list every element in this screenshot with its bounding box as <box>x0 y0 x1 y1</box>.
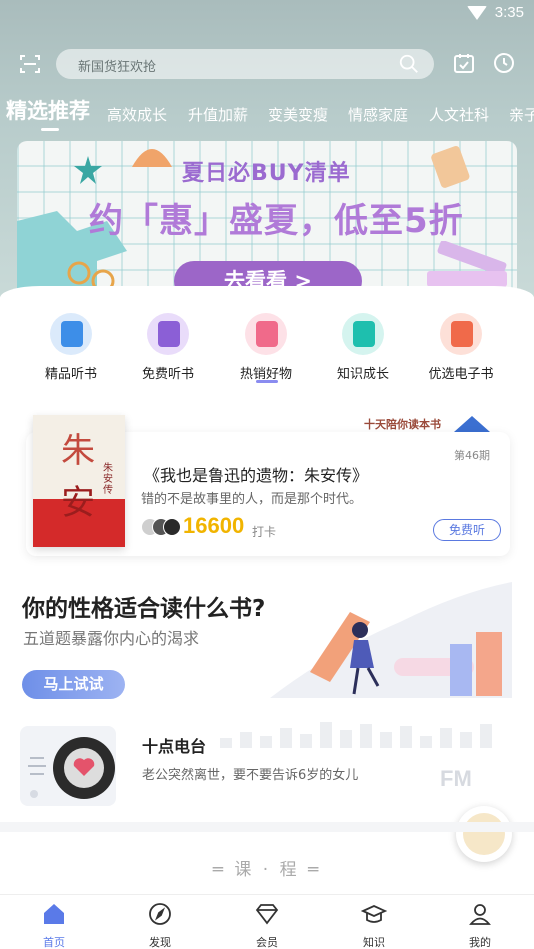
issue-number: 第46期 <box>454 449 490 462</box>
quick-entry-free-book[interactable]: 免费听书 <box>128 313 208 382</box>
tab-parenting[interactable]: 亲子 <box>509 104 534 125</box>
banner-headline: 夏日必BUY清单 <box>182 161 351 186</box>
radio-player-illustration[interactable] <box>18 724 128 808</box>
scan-icon[interactable] <box>18 52 42 76</box>
diamond-icon <box>255 904 279 925</box>
knowledge-board-icon <box>342 313 384 355</box>
radio-title[interactable]: 十点电台 <box>142 733 206 757</box>
reading-girl-illustration[interactable] <box>270 582 512 698</box>
search-row: 新国货狂欢抢 <box>0 46 534 82</box>
radio-subtitle: 老公突然离世，要不要告诉6岁的女儿 <box>142 768 359 783</box>
promo-banner[interactable]: 夏日必BUY清单 约「惠」盛夏，低至5折 去看看 > <box>17 141 517 299</box>
nav-label: 我的 <box>469 936 491 949</box>
ebook-icon <box>440 313 482 355</box>
search-input[interactable]: 新国货狂欢抢 <box>56 49 434 79</box>
quick-entry-hot-sale[interactable]: 热销好物 <box>226 313 306 382</box>
category-tabs: 精选推荐 高效成长 升值加薪 变美变瘦 情感家庭 人文社科 亲子 <box>0 92 534 132</box>
personality-quiz-subtitle: 五道题暴露你内心的渴求 <box>23 629 200 648</box>
sale-bag-icon <box>245 313 287 355</box>
audiobook-icon <box>50 313 92 355</box>
status-time: 3:35 <box>494 4 524 21</box>
tab-featured[interactable]: 精选推荐 <box>6 95 90 125</box>
home-icon <box>44 904 64 924</box>
quick-entry-indicator <box>256 380 278 383</box>
checkin-count: 16600 <box>183 513 245 538</box>
checkin-label: 打卡 <box>252 525 277 539</box>
free-listen-button[interactable]: 免费听 <box>433 519 501 541</box>
book-cover[interactable]: 朱 安 朱安传 <box>33 415 125 547</box>
nav-label: 知识 <box>363 936 385 949</box>
tag-icon <box>431 146 470 188</box>
active-tab-indicator <box>41 128 59 131</box>
wifi-icon <box>466 5 487 20</box>
section-divider <box>0 822 534 832</box>
tab-beauty[interactable]: 变美变瘦 <box>268 104 328 125</box>
nav-profile[interactable]: 我的 <box>450 901 510 949</box>
book-title[interactable]: 《我也是鲁迅的遗物：朱安传》 <box>144 462 368 486</box>
quick-entry-label: 知识成长 <box>336 367 389 382</box>
tab-family[interactable]: 情感家庭 <box>348 104 408 125</box>
profile-icon <box>469 904 491 925</box>
audio-wave-decoration <box>220 722 492 748</box>
free-book-icon <box>147 313 189 355</box>
quick-entry-knowledge[interactable]: 知识成长 <box>323 313 403 382</box>
nav-label: 首页 <box>43 936 65 949</box>
quick-entry-audiobook[interactable]: 精品听书 <box>31 313 111 382</box>
search-placeholder: 新国货狂欢抢 <box>78 60 157 75</box>
reader-avatars <box>141 518 183 538</box>
personality-quiz-title[interactable]: 你的性格适合读什么书? <box>22 589 265 623</box>
nav-label: 会员 <box>256 936 278 949</box>
search-icon[interactable] <box>398 53 420 75</box>
floating-ad-button[interactable] <box>456 806 512 862</box>
fm-logo: FM <box>440 766 472 791</box>
status-bar: 3:35 <box>0 0 534 30</box>
nav-discover[interactable]: 发现 <box>130 901 190 949</box>
nav-home[interactable]: 首页 <box>24 901 84 949</box>
tab-growth[interactable]: 高效成长 <box>107 104 167 125</box>
quick-entry-label: 优选电子书 <box>428 367 494 382</box>
quick-entry-ebook[interactable]: 优选电子书 <box>421 313 501 382</box>
book-subtitle: 错的不是故事里的人，而是那个时代。 <box>141 492 363 507</box>
reading-program-logo <box>454 416 490 432</box>
nav-vip[interactable]: 会员 <box>237 901 297 949</box>
bottom-navigation: 首页 发现 会员 知识 我的 <box>0 894 534 949</box>
shell-icon <box>132 149 172 167</box>
quick-entry-label: 免费听书 <box>141 367 194 382</box>
cover-title-top: 朱 <box>61 431 95 471</box>
course-section-title: ═ 课 · 程 ═ <box>212 860 322 880</box>
banner-slogan: 约「惠」盛夏，低至5折 <box>89 201 464 241</box>
nav-knowledge[interactable]: 知识 <box>344 901 404 949</box>
try-now-button[interactable]: 马上试试 <box>22 670 125 699</box>
reading-program-label: 十天陪你读本书 <box>364 418 441 431</box>
compass-icon <box>149 903 171 925</box>
nav-label: 发现 <box>149 936 171 949</box>
calendar-icon[interactable] <box>452 51 476 75</box>
graduation-cap-icon <box>360 905 388 923</box>
cover-title-bottom: 安 <box>61 483 95 523</box>
quick-entry-label: 精品听书 <box>44 367 97 382</box>
clock-icon[interactable] <box>492 51 516 75</box>
starfish-icon <box>74 156 102 184</box>
cover-side-title: 朱安传 <box>103 463 113 496</box>
floating-ad-image <box>463 813 505 855</box>
tab-humanities[interactable]: 人文社科 <box>429 104 489 125</box>
tab-raise[interactable]: 升值加薪 <box>188 104 248 125</box>
avatar <box>163 518 181 536</box>
